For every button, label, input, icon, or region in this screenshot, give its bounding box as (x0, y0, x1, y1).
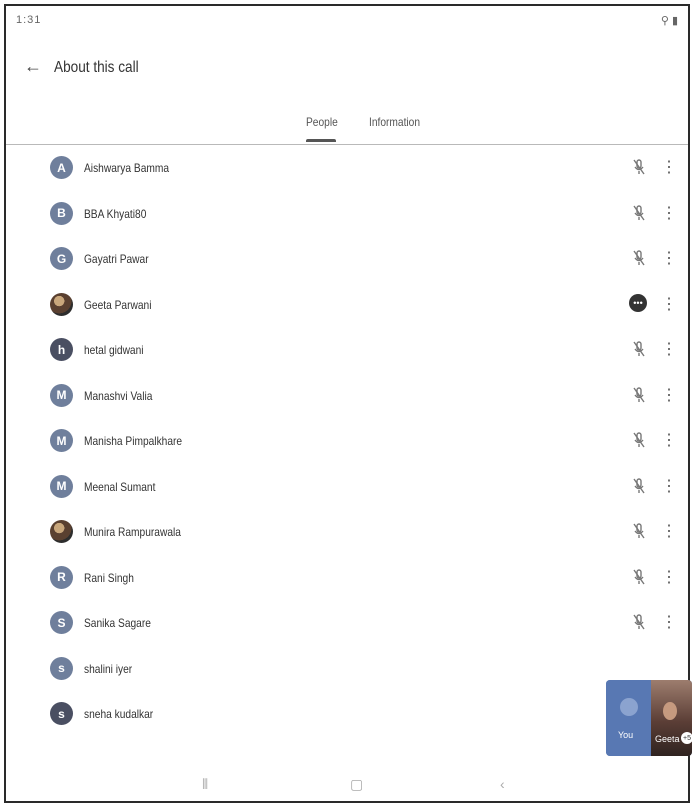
self-tile: You (606, 680, 651, 756)
more-options-icon[interactable]: ⋮ (661, 294, 677, 314)
participant-row[interactable]: M Manisha Pimpalkhare ⋮ (6, 425, 688, 465)
avatar: A (50, 156, 73, 179)
participant-name: Gayatri Pawar (84, 252, 149, 266)
participant-row[interactable]: s shalini iyer (6, 653, 688, 693)
participant-name: Munira Rampurawala (84, 525, 181, 539)
participant-row[interactable]: G Gayatri Pawar ⋮ (6, 243, 688, 283)
participant-name: sneha kudalkar (84, 707, 154, 721)
participant-name: Manisha Pimpalkhare (84, 434, 183, 448)
speaking-indicator-icon: ••• (629, 293, 647, 312)
more-options-icon[interactable]: ⋮ (661, 612, 677, 632)
participant-row[interactable]: Geeta Parwani ••• ⋮ (6, 289, 688, 329)
mic-off-icon[interactable] (631, 522, 647, 540)
participant-name: Manashvi Valia (84, 388, 153, 403)
avatar (50, 292, 73, 316)
avatar: B (50, 201, 73, 225)
participant-name: Meenal Sumant (84, 479, 156, 494)
avatar (50, 520, 73, 543)
speaker-tile: Geeta (651, 680, 692, 756)
mic-off-icon[interactable] (631, 477, 647, 495)
avatar: R (50, 565, 73, 589)
page-title: About this call (54, 59, 139, 76)
recent-apps-icon[interactable]: ⦀ (202, 776, 208, 793)
avatar: M (50, 474, 73, 498)
participant-name: Geeta Parwani (84, 297, 152, 312)
mic-off-icon[interactable] (631, 431, 647, 449)
participant-name: shalini iyer (84, 661, 133, 676)
tab-bar: People Information (6, 106, 688, 145)
more-options-icon[interactable]: ⋮ (661, 203, 677, 223)
more-options-icon[interactable]: ⋮ (661, 248, 677, 268)
avatar: h (50, 338, 73, 361)
mic-off-icon[interactable] (631, 613, 647, 631)
participant-name: hetal gidwani (84, 343, 144, 357)
participant-row[interactable]: s sneha kudalkar (6, 698, 688, 738)
tab-people[interactable]: People (306, 115, 338, 129)
participant-name: Aishwarya Bamma (84, 161, 170, 175)
participant-name: Sanika Sagare (84, 616, 151, 630)
more-options-icon[interactable]: ⋮ (661, 476, 677, 496)
avatar: M (50, 383, 73, 407)
app-bar: ← About this call (6, 50, 688, 90)
mic-off-icon[interactable] (631, 204, 647, 222)
tab-information[interactable]: Information (369, 115, 420, 129)
participant-row[interactable]: M Manashvi Valia ⋮ (6, 380, 688, 420)
self-avatar (620, 698, 638, 716)
more-options-icon[interactable]: ⋮ (661, 521, 677, 541)
home-icon[interactable]: ▢ (350, 776, 363, 793)
system-nav-bar: ⦀ ▢ ‹ (6, 770, 688, 800)
participant-row[interactable]: Munira Rampurawala ⋮ (6, 516, 688, 556)
participant-row[interactable]: R Rani Singh ⋮ (6, 562, 688, 602)
more-options-icon[interactable]: ⋮ (661, 339, 677, 359)
more-options-icon[interactable]: ⋮ (661, 157, 677, 177)
speaker-avatar (663, 702, 677, 720)
mic-off-icon[interactable] (631, 568, 647, 586)
participant-row[interactable]: M Meenal Sumant ⋮ (6, 471, 688, 511)
more-options-icon[interactable]: ⋮ (661, 430, 677, 450)
mic-off-icon[interactable] (631, 386, 647, 404)
status-time: 1:31 (16, 14, 42, 26)
video-preview[interactable]: You Geeta +5 (606, 680, 692, 756)
back-arrow-icon[interactable]: ← (24, 56, 42, 77)
mic-off-icon[interactable] (631, 158, 647, 176)
back-nav-icon[interactable]: ‹ (500, 776, 505, 792)
participant-name: BBA Khyati80 (84, 206, 147, 221)
avatar: S (50, 611, 73, 634)
participant-count-badge: +5 (681, 732, 692, 744)
status-icons: ⚲ ▮ (660, 15, 678, 27)
avatar: M (50, 429, 73, 452)
tab-indicator (306, 139, 336, 142)
mic-off-icon[interactable] (631, 340, 647, 358)
avatar: s (50, 656, 73, 680)
participant-row[interactable]: h hetal gidwani ⋮ (6, 334, 688, 374)
participant-row[interactable]: A Aishwarya Bamma ⋮ (6, 152, 688, 192)
more-options-icon[interactable]: ⋮ (661, 567, 677, 587)
device-frame: 1:31 ⚲ ▮ ← About this call People Inform… (4, 4, 692, 803)
more-options-icon[interactable]: ⋮ (661, 385, 677, 405)
speaker-label: Geeta (655, 734, 680, 744)
participant-name: Rani Singh (84, 570, 134, 585)
avatar: s (50, 702, 73, 725)
mic-off-icon[interactable] (631, 249, 647, 267)
status-bar: 1:31 ⚲ ▮ (6, 6, 688, 34)
participant-row[interactable]: B BBA Khyati80 ⋮ (6, 198, 688, 238)
participant-row[interactable]: S Sanika Sagare ⋮ (6, 607, 688, 647)
avatar: G (50, 247, 73, 270)
self-label: You (618, 730, 634, 740)
